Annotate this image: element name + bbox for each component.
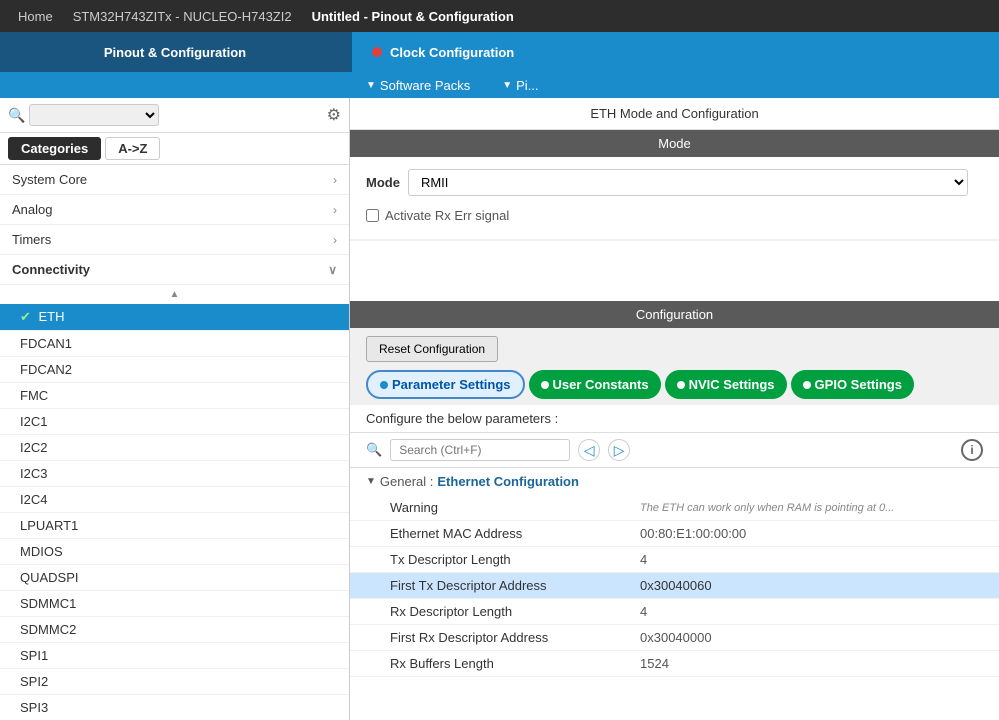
sidebar-item-fmc[interactable]: FMC	[0, 383, 349, 409]
table-row[interactable]: First Tx Descriptor Address 0x30040060	[350, 573, 999, 599]
chevron-right-icon: ›	[333, 173, 337, 187]
breadcrumb: Home STM32H743ZITx - NUCLEO-H743ZI2 Unti…	[0, 0, 999, 32]
tab-dot-gpio	[803, 381, 811, 389]
sidebar-item-spi3[interactable]: SPI3	[0, 695, 349, 720]
breadcrumb-project[interactable]: Untitled - Pinout & Configuration	[302, 0, 524, 32]
params-header: Configure the below parameters :	[350, 405, 999, 433]
search-dropdown[interactable]	[29, 104, 159, 126]
sidebar-search-row: 🔍 ⚙	[0, 98, 349, 133]
sidebar-item-i2c2[interactable]: I2C2	[0, 435, 349, 461]
sub-nav-pi[interactable]: ▼ Pi...	[486, 78, 554, 93]
sidebar-item-system-core[interactable]: System Core ›	[0, 165, 349, 195]
sidebar-item-quadspi[interactable]: QUADSPI	[0, 565, 349, 591]
tab-dot-nvic	[677, 381, 685, 389]
mode-section: Mode Mode RMII MII Activate Rx Err signa…	[350, 130, 999, 239]
sidebar-tabs: Categories A->Z	[0, 133, 349, 165]
sidebar-item-analog[interactable]: Analog ›	[0, 195, 349, 225]
table-row[interactable]: Ethernet MAC Address 00:80:E1:00:00:00	[350, 521, 999, 547]
chevron-right-icon: ›	[333, 233, 337, 247]
params-group-header[interactable]: ▼ General : Ethernet Configuration	[350, 468, 999, 495]
top-tabs: Pinout & Configuration Clock Configurati…	[0, 32, 999, 72]
tab-nvic-settings[interactable]: NVIC Settings	[665, 370, 787, 399]
activate-checkbox-row: Activate Rx Err signal	[366, 204, 983, 227]
sidebar-item-spi2[interactable]: SPI2	[0, 669, 349, 695]
prev-btn[interactable]: ◁	[578, 439, 600, 461]
sub-nav: ▼ Software Packs ▼ Pi...	[0, 72, 999, 98]
mode-body: Mode RMII MII Activate Rx Err signal	[350, 157, 999, 239]
sidebar-item-sdmmc2[interactable]: SDMMC2	[0, 617, 349, 643]
tab-dot-user	[541, 381, 549, 389]
next-btn[interactable]: ▷	[608, 439, 630, 461]
reset-configuration-button[interactable]: Reset Configuration	[366, 336, 498, 362]
tab-user-constants[interactable]: User Constants	[529, 370, 661, 399]
gear-icon[interactable]: ⚙	[327, 105, 341, 125]
sidebar-item-lpuart1[interactable]: LPUART1	[0, 513, 349, 539]
sidebar-item-i2c1[interactable]: I2C1	[0, 409, 349, 435]
mode-select[interactable]: RMII MII	[408, 169, 968, 196]
mode-spacer	[350, 241, 999, 301]
chevron-down-icon: ▼	[366, 476, 376, 487]
config-tabs: Parameter Settings User Constants NVIC S…	[350, 370, 999, 405]
params-search-input[interactable]	[390, 439, 570, 461]
tab-pinout[interactable]: Pinout & Configuration	[0, 32, 350, 72]
config-section-header: Configuration	[350, 301, 999, 328]
mode-label: Mode	[366, 175, 400, 190]
sidebar-items: System Core › Analog › Timers › Connecti…	[0, 165, 349, 720]
connectivity-scroll-up[interactable]: ▲	[0, 285, 349, 304]
mode-section-header: Mode	[350, 130, 999, 157]
search-icon: 🔍	[8, 107, 25, 124]
sub-nav-software-packs[interactable]: ▼ Software Packs	[350, 78, 486, 93]
clock-dot	[372, 47, 382, 57]
content-area: ETH Mode and Configuration Mode Mode RMI…	[350, 98, 999, 720]
sidebar-item-i2c4[interactable]: I2C4	[0, 487, 349, 513]
chevron-down-icon: ∨	[328, 263, 337, 277]
table-row[interactable]: First Rx Descriptor Address 0x30040000	[350, 625, 999, 651]
params-search: 🔍 ◁ ▷ i	[350, 433, 999, 468]
tab-atoz[interactable]: A->Z	[105, 137, 160, 160]
sidebar-item-fdcan1[interactable]: FDCAN1	[0, 331, 349, 357]
sidebar-item-i2c3[interactable]: I2C3	[0, 461, 349, 487]
params-table: ▼ General : Ethernet Configuration Warni…	[350, 468, 999, 720]
table-row[interactable]: Rx Descriptor Length 4	[350, 599, 999, 625]
main-layout: 🔍 ⚙ Categories A->Z System Core › Analog…	[0, 98, 999, 720]
sidebar: 🔍 ⚙ Categories A->Z System Core › Analog…	[0, 98, 350, 720]
tab-gpio-settings[interactable]: GPIO Settings	[791, 370, 914, 399]
tab-categories[interactable]: Categories	[8, 137, 101, 160]
table-row[interactable]: Tx Descriptor Length 4	[350, 547, 999, 573]
table-row[interactable]: Rx Buffers Length 1524	[350, 651, 999, 677]
tab-dot-param	[380, 381, 388, 389]
activate-label: Activate Rx Err signal	[385, 208, 509, 223]
sidebar-item-fdcan2[interactable]: FDCAN2	[0, 357, 349, 383]
search-icon: 🔍	[366, 442, 382, 458]
check-icon: ✔	[20, 309, 35, 324]
sidebar-item-connectivity[interactable]: Connectivity ∨	[0, 255, 349, 285]
tab-parameter-settings[interactable]: Parameter Settings	[366, 370, 525, 399]
activate-checkbox[interactable]	[366, 209, 379, 222]
info-icon[interactable]: i	[961, 439, 983, 461]
eth-header: ETH Mode and Configuration	[350, 98, 999, 130]
connectivity-items: ✔ ETH FDCAN1 FDCAN2 FMC I2C1 I2C2 I2C3 I…	[0, 304, 349, 720]
chevron-down-icon: ▼	[502, 80, 512, 91]
table-row[interactable]: Warning The ETH can work only when RAM i…	[350, 495, 999, 521]
config-section: Configuration Reset Configuration Parame…	[350, 301, 999, 720]
sidebar-item-timers[interactable]: Timers ›	[0, 225, 349, 255]
chevron-right-icon: ›	[333, 203, 337, 217]
reset-btn-row: Reset Configuration	[350, 328, 999, 370]
sidebar-item-eth[interactable]: ✔ ETH	[0, 304, 349, 331]
breadcrumb-board[interactable]: STM32H743ZITx - NUCLEO-H743ZI2	[63, 0, 302, 32]
sidebar-item-mdios[interactable]: MDIOS	[0, 539, 349, 565]
sidebar-item-spi1[interactable]: SPI1	[0, 643, 349, 669]
sidebar-item-sdmmc1[interactable]: SDMMC1	[0, 591, 349, 617]
breadcrumb-home[interactable]: Home	[8, 0, 63, 32]
chevron-down-icon: ▼	[366, 80, 376, 91]
mode-row: Mode RMII MII	[366, 169, 983, 196]
tab-clock[interactable]: Clock Configuration	[350, 32, 999, 72]
